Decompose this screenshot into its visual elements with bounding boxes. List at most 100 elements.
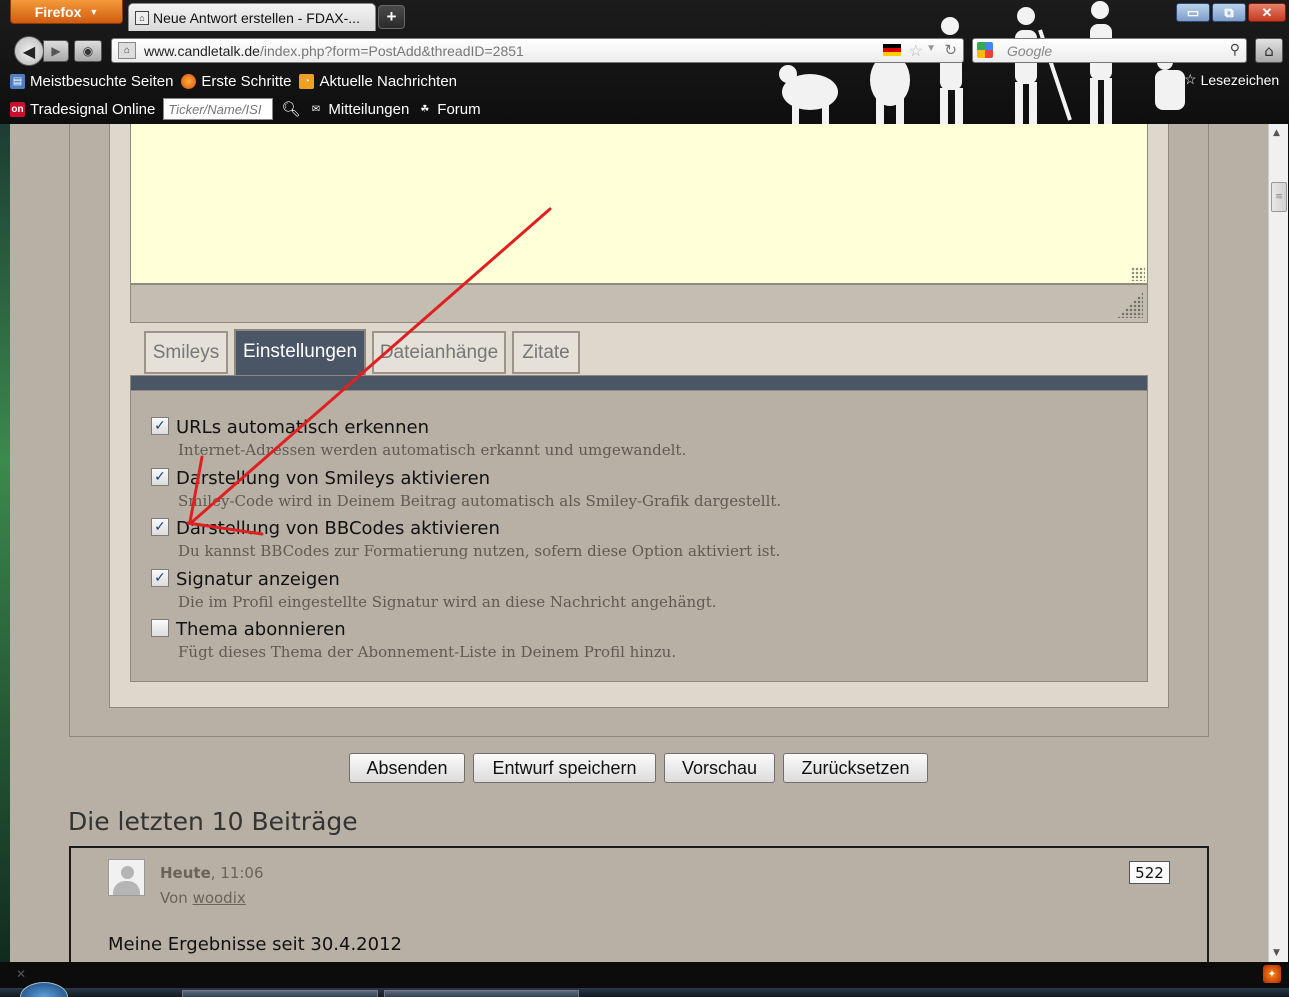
new-tab-button[interactable]: + [378,5,405,29]
eye-icon: ◉ [82,44,94,58]
window-close-button[interactable]: ✕ [1248,3,1286,22]
home-icon: ⌂ [1264,41,1274,60]
recent-posts-heading: Die letzten 10 Beiträge [68,807,358,836]
show-signature-checkbox[interactable]: ✓ [151,569,169,587]
option-description: Smiley-Code wird in Deinem Beitrag autom… [178,492,782,510]
option-label[interactable]: Signatur anzeigen [176,569,340,590]
page-scrollbar[interactable]: ▲ ≡ ▼ [1268,124,1288,962]
bookmark-mitteilungen[interactable]: ✉ Mitteilungen [308,100,410,118]
firefox-icon [181,73,197,89]
search-icon[interactable]: 🔍︎ [281,100,300,118]
post-author-prefix: Von [160,889,193,907]
url-path: /index.php?form=PostAdd&threadID=2851 [259,42,524,59]
enable-bbcodes-checkbox[interactable]: ✓ [151,518,169,536]
reset-button[interactable]: Zurücksetzen [783,753,928,783]
search-icon[interactable]: ⚲ [1230,41,1240,58]
back-button[interactable]: ◀ [14,36,44,66]
editor-footer-bar [130,284,1148,323]
minimize-icon: ▭ [1186,4,1200,20]
bookmark-aktuelle-nachrichten[interactable]: ◔ Aktuelle Nachrichten [299,73,457,90]
enable-smileys-checkbox[interactable]: ✓ [151,468,169,486]
submit-button[interactable]: Absenden [349,753,465,783]
option-description: Die im Profil eingestellte Signatur wird… [178,593,717,611]
tab-settings[interactable]: Einstellungen [234,329,366,379]
option-label[interactable]: URLs automatisch erkennen [176,417,429,438]
scroll-up-icon[interactable]: ▲ [1273,128,1280,138]
scroll-down-icon[interactable]: ▼ [1273,948,1280,958]
option-description: Du kannst BBCodes zur Formatierung nutze… [178,542,781,560]
browser-tab-active[interactable]: ⌂ Neue Antwort erstellen - FDAX-... [128,3,376,31]
page-icon: ▤ [10,73,25,89]
bookmark-label: Meistbesuchte Seiten [30,72,174,90]
bookmark-star-icon[interactable]: ☆ [909,41,923,61]
tab-attachments[interactable]: Dateianhänge [372,331,506,374]
home-button[interactable]: ⌂ [1255,38,1283,63]
option-label[interactable]: Darstellung von BBCodes aktivieren [176,518,500,539]
post-date-time: , 11:06 [210,864,264,882]
bookmarks-toolbar-row-2: on Tradesignal Online 🔍︎ ✉ Mitteilungen … [10,97,481,121]
url-host: www.candletalk.de [144,42,260,59]
bookmark-label: Erste Schritte [201,72,292,90]
post-text: Meine Ergebnisse seit 30.4.2012 [108,934,402,955]
avatar[interactable] [108,859,145,896]
forum-icon: ☘ [420,103,430,115]
bookmarks-menu-label: Lesezeichen [1200,71,1280,88]
tab-smileys[interactable]: Smileys [144,331,228,374]
bookmark-tradesignal[interactable]: on Tradesignal Online [10,101,155,118]
search-bar[interactable]: Google ⚲ [972,38,1247,63]
bookmarks-menu-button[interactable]: ☆ Lesezeichen [1184,71,1279,88]
save-draft-button[interactable]: Entwurf speichern [473,753,656,783]
window-minimize-button[interactable]: ▭ [1176,3,1210,22]
parse-urls-checkbox[interactable]: ✓ [151,417,169,435]
mail-icon: ✉ [311,103,321,115]
screen: Firefox ▼ ⌂ Neue Antwort erstellen - FDA… [0,0,1289,997]
avatar-body [113,881,140,895]
forward-button[interactable]: ▶ [43,40,69,62]
preview-button[interactable]: Vorschau [664,753,775,783]
post-author: Von woodix [160,889,246,907]
tab-title: Neue Antwort erstellen - FDAX-... [153,9,360,26]
post-date: Heute, 11:06 [160,864,264,882]
bookmark-forum[interactable]: ☘ Forum [417,101,480,118]
bookmarks-toolbar-row-1: ▤ Meistbesuchte Seiten Erste Schritte ◔ … [10,69,457,93]
subscribe-thread-checkbox[interactable] [151,619,169,637]
web-page: Smileys Einstellungen Dateianhänge Zitat… [10,124,1268,962]
german-flag-icon [883,44,901,56]
message-textarea[interactable] [130,124,1148,284]
post-author-link[interactable]: woodix [193,889,246,907]
close-icon: ✕ [1261,4,1273,20]
bookmark-meistbesuchte[interactable]: ▤ Meistbesuchte Seiten [10,73,173,90]
tab-quotes[interactable]: Zitate [512,331,580,374]
google-icon[interactable] [977,42,993,58]
taskbar-item[interactable] [182,990,378,997]
site-identity-button[interactable]: ◉ [74,40,102,62]
editor-resize-grip-icon[interactable] [1117,292,1143,318]
bookmark-erste-schritte[interactable]: Erste Schritte [181,73,291,90]
ticker-search-input[interactable] [163,98,274,120]
addon-icon[interactable]: ✦ [1263,965,1281,983]
bookmarks-star-icon: ☆ [1184,71,1197,87]
textarea-resize-grip-icon[interactable] [1131,267,1145,281]
arrow-left-icon: ◀ [22,41,36,61]
firefox-menu-button[interactable]: Firefox ▼ [10,0,123,24]
option-label[interactable]: Thema abonnieren [176,619,346,640]
bookmark-label: Mitteilungen [328,100,410,118]
taskbar-item[interactable] [384,990,579,997]
close-addon-bar-icon[interactable]: ✕ [16,967,26,981]
firefox-menu-label: Firefox [34,3,82,20]
scrollbar-thumb[interactable]: ≡ [1271,182,1287,212]
post-number-badge[interactable]: 522 [1129,861,1170,884]
tradesignal-icon: on [10,101,25,117]
search-placeholder: Google [1007,42,1053,59]
avatar-head [121,866,134,879]
reload-icon[interactable]: ↻ [944,41,957,59]
window-restore-button[interactable]: ⧉ [1212,3,1246,22]
browser-chrome: Firefox ▼ ⌂ Neue Antwort erstellen - FDA… [0,0,1289,124]
browser-status-bar: ✕ ✦ [0,962,1289,988]
bookmark-label: Forum [437,100,481,118]
url-bar[interactable]: ⌂ www.candletalk.de /index.php?form=Post… [111,38,964,63]
option-label[interactable]: Darstellung von Smileys aktivieren [176,468,490,489]
url-history-dropdown-icon[interactable]: ▼ [926,43,936,54]
bookmark-label: Tradesignal Online [30,100,156,118]
site-icon: ⌂ [118,42,136,59]
